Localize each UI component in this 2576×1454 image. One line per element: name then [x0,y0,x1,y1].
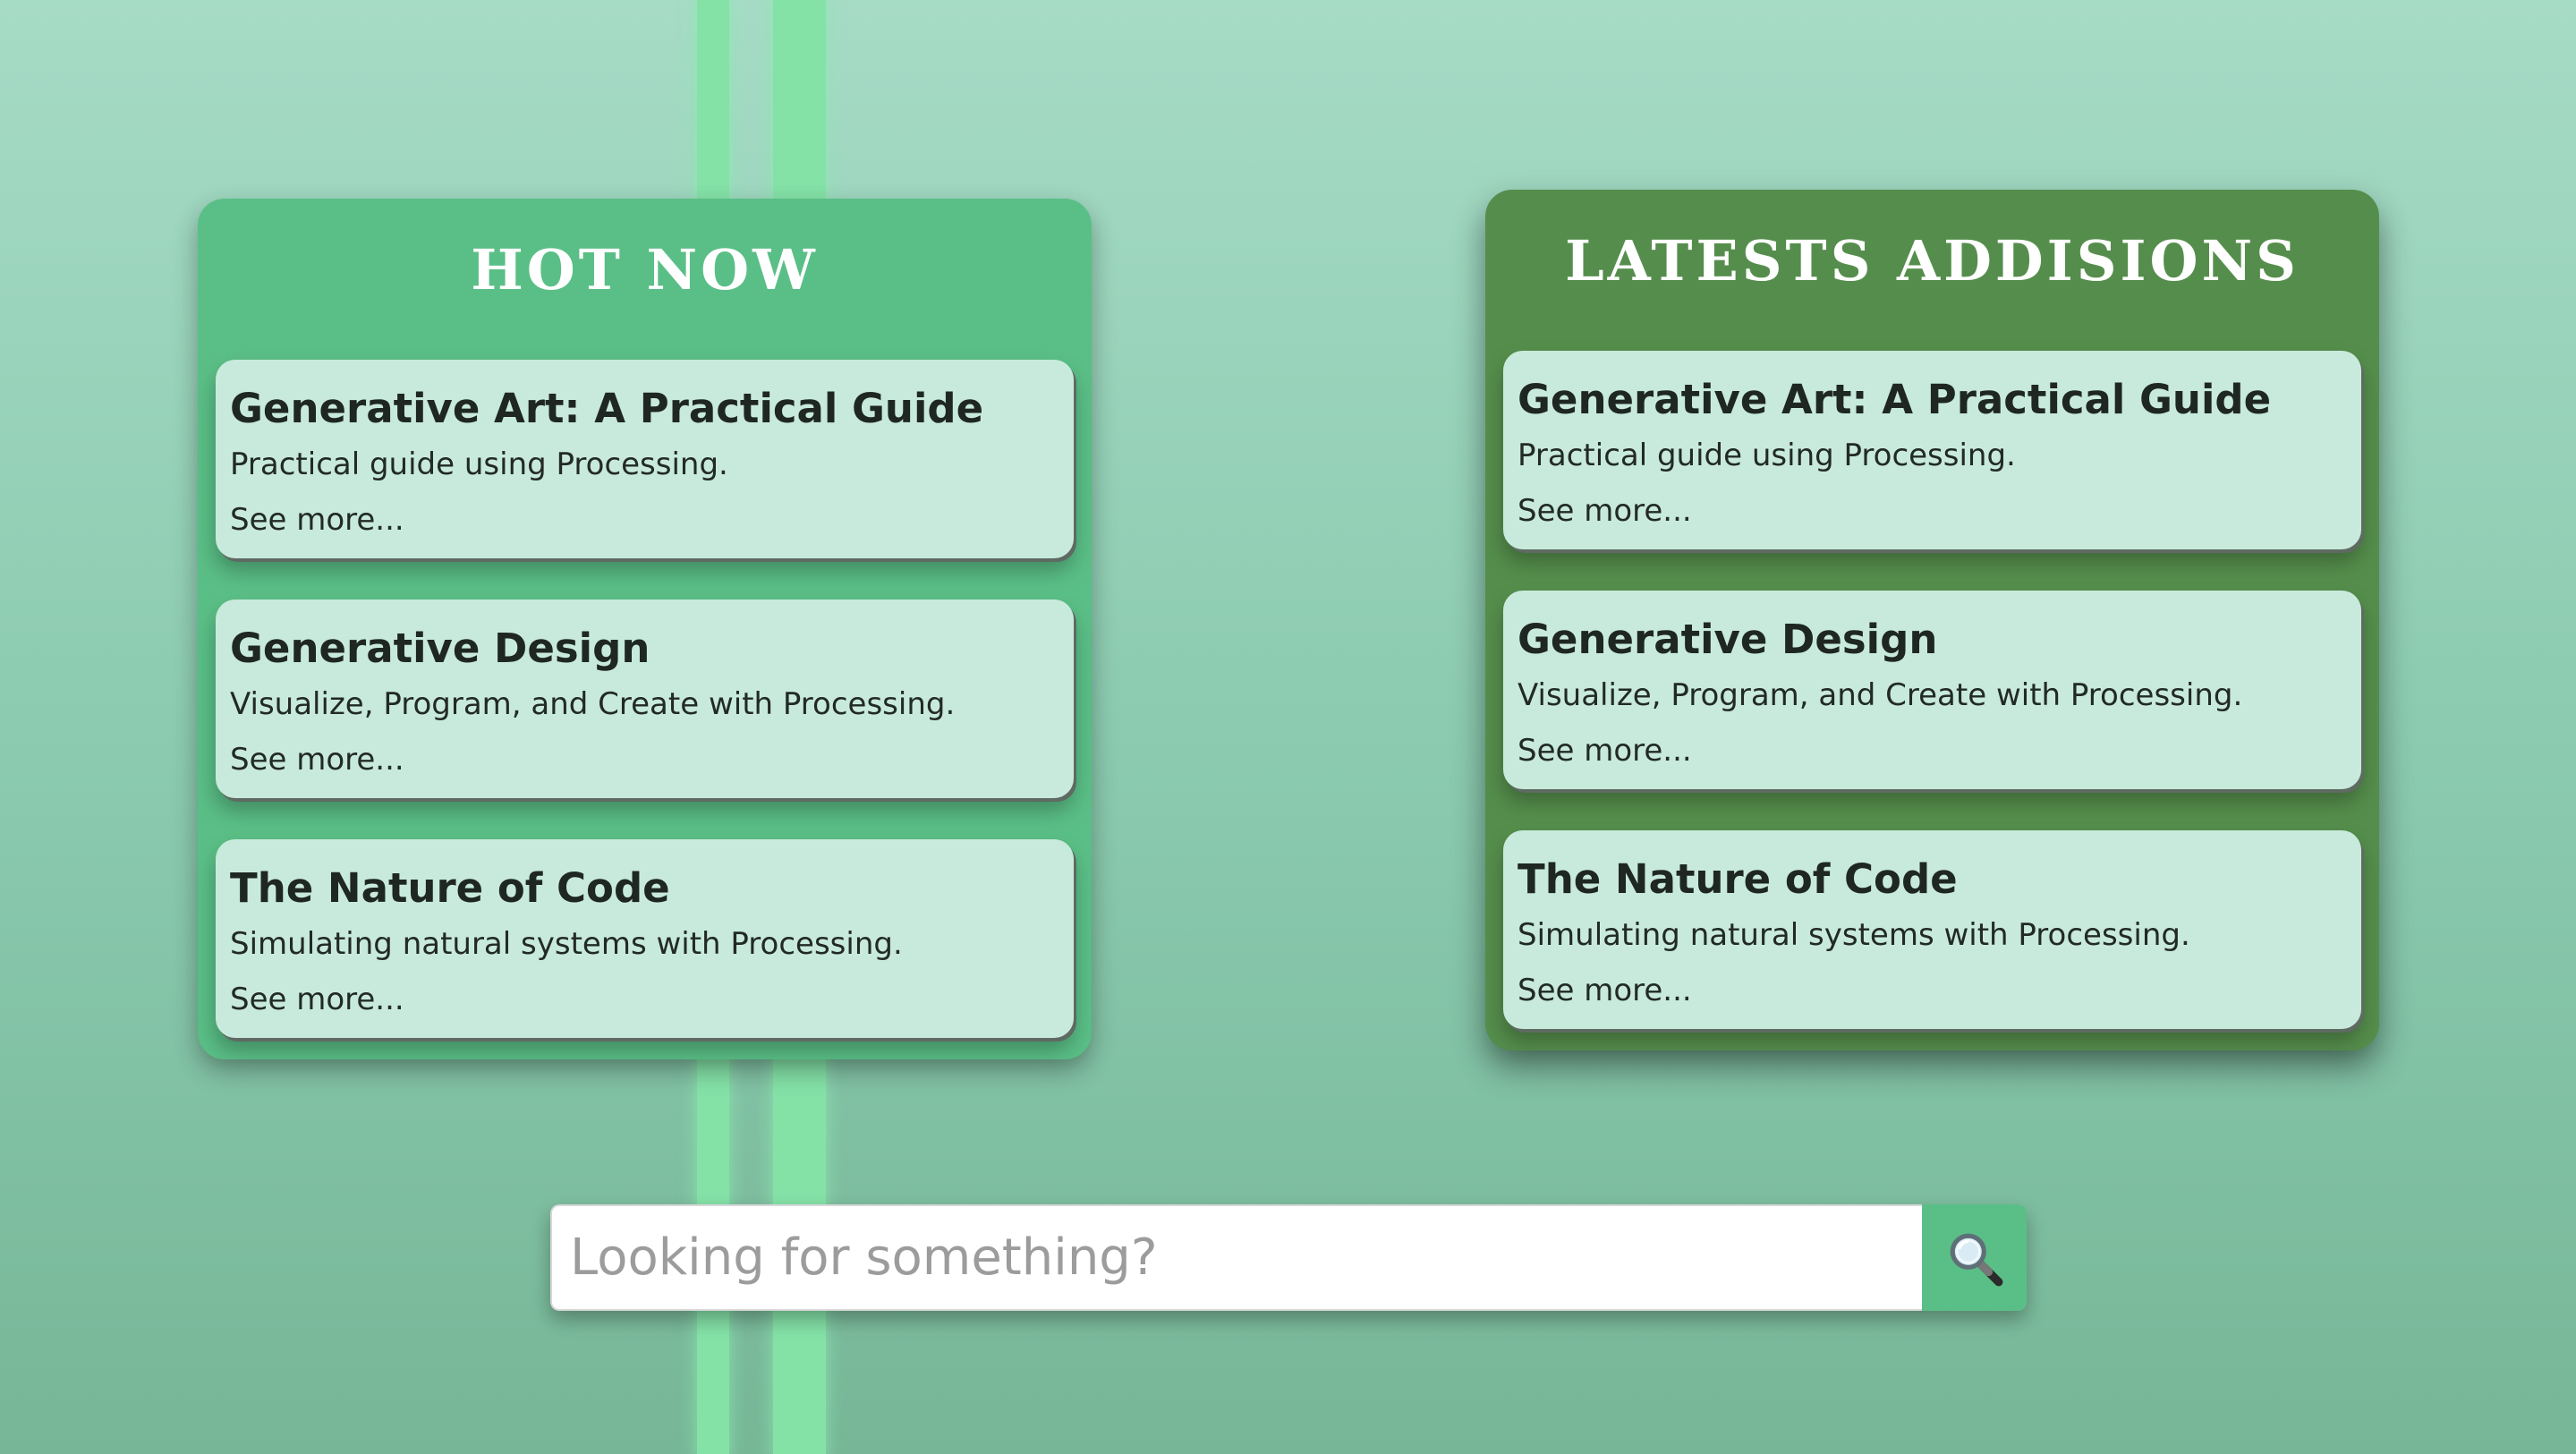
book-card: The Nature of Code Simulating natural sy… [1503,830,2361,1029]
book-title: Generative Art: A Practical Guide [230,385,984,432]
book-card: Generative Art: A Practical Guide Practi… [216,360,1074,558]
hot-now-panel: HOT NOW Generative Art: A Practical Guid… [198,199,1092,1059]
book-card: Generative Design Visualize, Program, an… [216,599,1074,798]
panel-title: HOT NOW [471,237,819,302]
book-description: Simulating natural systems with Processi… [1518,917,2190,953]
see-more-link[interactable]: See more... [230,972,1059,1027]
book-description: Practical guide using Processing. [1518,438,2016,473]
book-card: The Nature of Code Simulating natural sy… [216,839,1074,1038]
search-input[interactable] [550,1204,1922,1311]
see-more-link[interactable]: See more... [1518,723,2347,778]
see-more-link[interactable]: See more... [230,732,1059,787]
book-card: Generative Art: A Practical Guide Practi… [1503,351,2361,549]
book-title: The Nature of Code [1518,855,1958,903]
book-description: Visualize, Program, and Create with Proc… [230,686,956,722]
book-description: Visualize, Program, and Create with Proc… [1518,677,2243,713]
book-card: Generative Design Visualize, Program, an… [1503,591,2361,789]
panel-title: LATESTS ADDISIONS [1565,228,2300,293]
magnifying-glass-icon [1950,1233,2002,1286]
book-title: Generative Art: A Practical Guide [1518,376,2272,423]
search-bar [550,1204,2027,1311]
latest-additions-panel: LATESTS ADDISIONS Generative Art: A Prac… [1485,190,2379,1050]
book-title: Generative Design [1518,616,1938,663]
search-button[interactable] [1922,1204,2027,1311]
see-more-link[interactable]: See more... [1518,963,2347,1018]
book-description: Simulating natural systems with Processi… [230,926,903,962]
see-more-link[interactable]: See more... [1518,483,2347,539]
see-more-link[interactable]: See more... [230,492,1059,548]
book-title: Generative Design [230,625,650,672]
book-description: Practical guide using Processing. [230,446,728,482]
book-title: The Nature of Code [230,864,670,912]
